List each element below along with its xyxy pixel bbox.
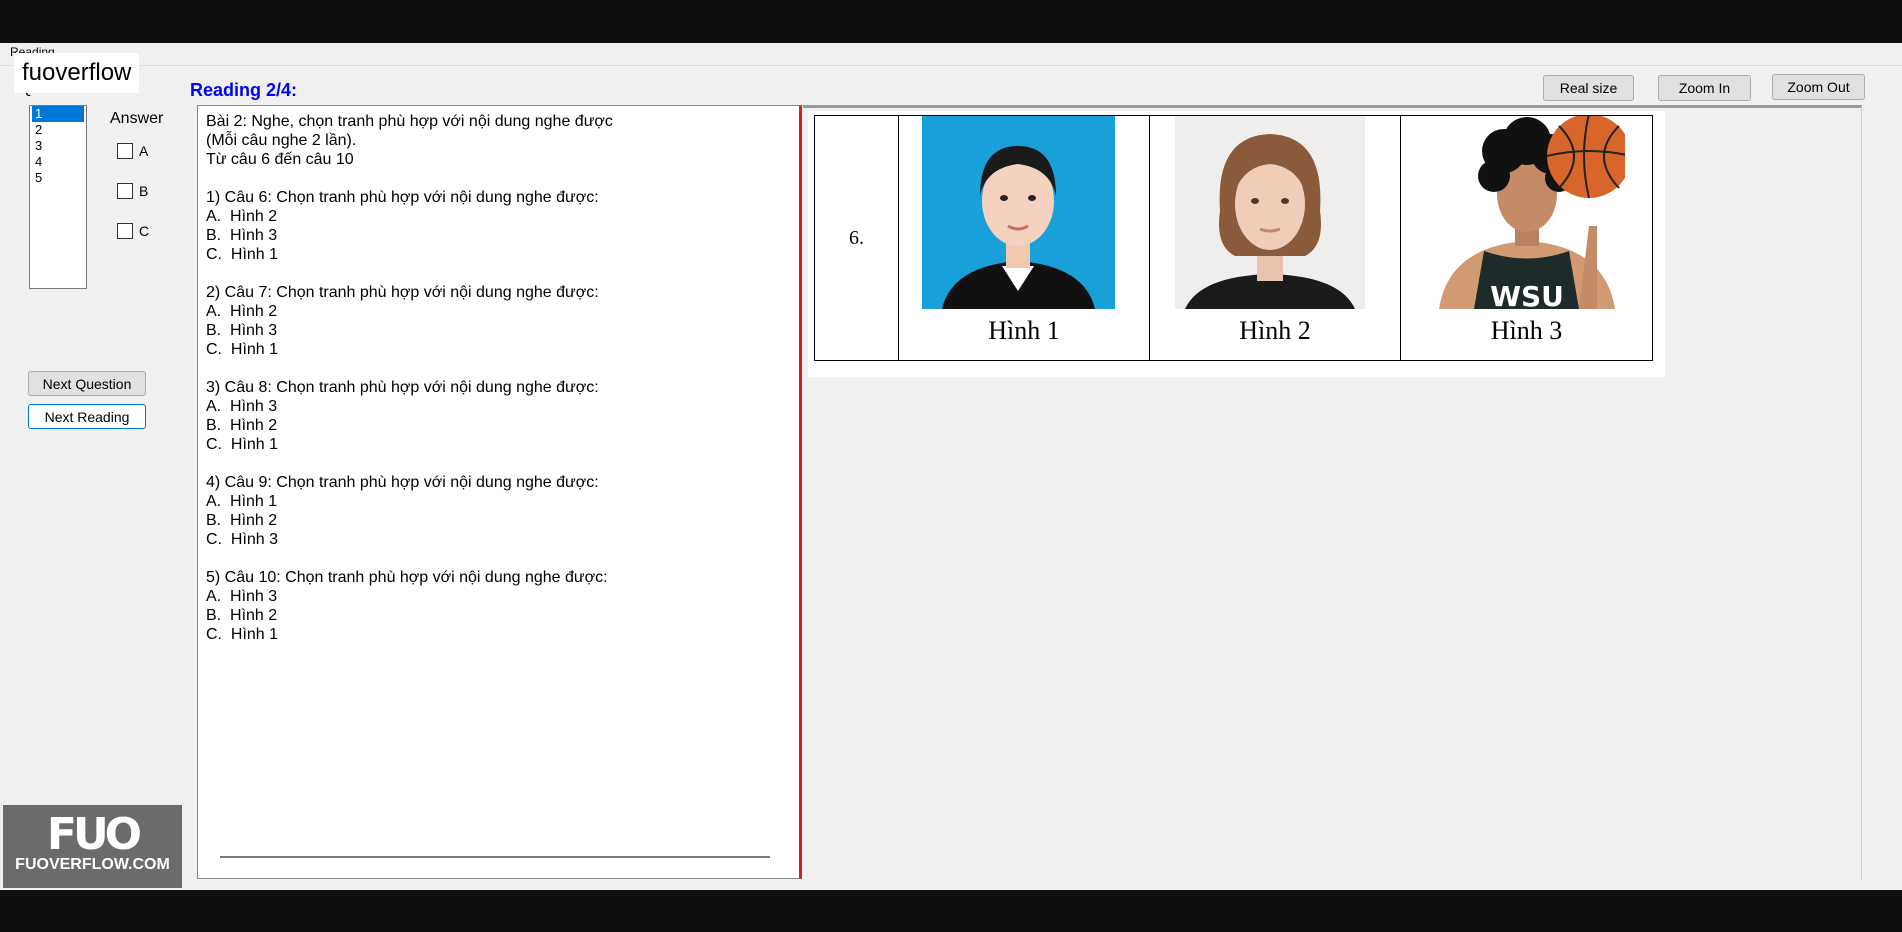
logo-mark: FUO [46,809,142,860]
question-number-cell: 6. [814,115,899,361]
checkbox-b[interactable] [117,183,133,199]
portrait-woman-blue-background-image [922,116,1115,309]
question-item[interactable]: 3 [32,138,84,154]
portrait-woman-light-background-image [1175,116,1365,309]
picture-cell-1: Hình 1 [898,115,1150,361]
image-viewer[interactable]: 6. Hình 1 Hình 2 WSU Hình 3 [803,105,1862,880]
question-figure: 6. Hình 1 Hình 2 WSU Hình 3 [808,111,1665,377]
next-question-button[interactable]: Next Question [28,371,146,396]
answer-option-a[interactable]: A [117,143,148,159]
question-item[interactable]: 4 [32,154,84,170]
reading-title: Reading 2/4: [190,80,298,100]
question-item[interactable]: 5 [32,170,84,186]
horizontal-scrollbar[interactable] [220,856,770,858]
question-number: 6. [849,226,864,249]
answer-option-label: C [139,223,150,239]
svg-text:WSU: WSU [1490,280,1564,309]
checkbox-c[interactable] [117,223,133,239]
question-item[interactable]: 2 [32,122,84,138]
fuoverflow-logo: FUO FUOVERFLOW.COM [3,805,182,888]
answer-option-label: B [139,183,149,199]
logo-text: FUOVERFLOW.COM [15,856,170,873]
reading-window: Reading Questions fuoverflow Reading 2/4… [0,43,1902,890]
questions-list[interactable]: 1 2 3 4 5 [29,105,87,289]
picture-cell-3: WSU Hình 3 [1400,115,1653,361]
real-size-button[interactable]: Real size [1543,75,1634,101]
answer-label: Answer [110,110,164,127]
reading-text: Bài 2: Nghe, chọn tranh phù hợp với nội … [206,113,613,643]
picture-caption-2: Hình 2 [1239,316,1311,345]
answer-option-c[interactable]: C [117,223,149,239]
picture-caption-1: Hình 1 [988,316,1060,345]
basketball-player-image: WSU [1429,116,1625,309]
checkbox-a[interactable] [117,143,133,159]
tab-strip: Reading [0,43,1902,66]
question-item[interactable]: 1 [32,106,84,122]
next-reading-button[interactable]: Next Reading [28,404,146,429]
reading-text-panel[interactable]: Bài 2: Nghe, chọn tranh phù hợp với nội … [197,105,802,879]
answer-option-b[interactable]: B [117,183,148,199]
zoom-in-button[interactable]: Zoom In [1658,75,1751,101]
zoom-out-button[interactable]: Zoom Out [1772,74,1865,100]
answer-option-label: A [139,143,149,159]
watermark-text: fuoverflow [14,53,140,93]
picture-cell-2: Hình 2 [1149,115,1401,361]
picture-caption-3: Hình 3 [1490,316,1563,345]
